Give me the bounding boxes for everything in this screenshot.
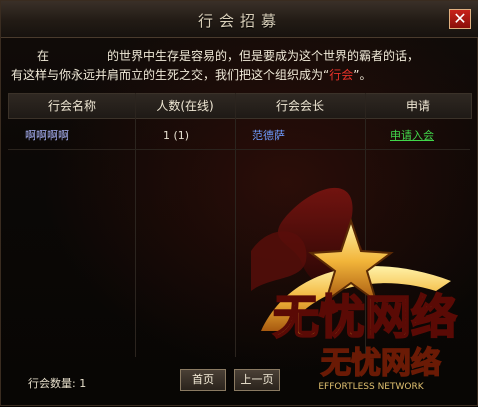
close-icon: ✕ [453, 9, 467, 28]
row-divider [8, 149, 470, 150]
prev-page-button[interactable]: 上一页 [234, 369, 280, 391]
intro-line-2: 有这样与你永远并肩而立的生死之交，我们把这个组织成为“行会”。 [11, 68, 372, 82]
guild-count: 行会数量: 1 [28, 377, 87, 390]
close-button[interactable]: ✕ [449, 9, 471, 29]
header-leader: 行会会长 [275, 99, 324, 113]
header-apply: 申请 [405, 99, 430, 113]
guild-name: 啊啊啊啊 [25, 129, 69, 142]
guild-recruit-window: 行会招募 ✕ 在的世界中生存是容易的，但是要成为这个世界的霸者的话， 有这样与你… [0, 0, 478, 406]
intro-line-1: 在的世界中生存是容易的，但是要成为这个世界的霸者的话， [37, 49, 420, 63]
table-header: 行会名称 人数(在线) 行会会长 申请 [8, 93, 472, 119]
watermark-subtext: EFFORTLESS NETWORK [318, 382, 424, 392]
column-divider [135, 93, 136, 357]
first-page-button[interactable]: 首页 [180, 369, 226, 391]
intro-text: 在的世界中生存是容易的，但是要成为这个世界的霸者的话， 有这样与你永远并肩而立的… [11, 47, 471, 85]
window-title: 行会招募 [197, 12, 282, 30]
apply-join-link[interactable]: 申请入会 [390, 129, 434, 143]
title-bar[interactable]: 行会招募 ✕ [1, 1, 478, 38]
member-count: 1 (1) [163, 129, 190, 142]
guild-highlight: 行会 [329, 68, 354, 82]
header-guild-name: 行会名称 [47, 99, 96, 113]
guild-leader: 范德萨 [252, 129, 285, 142]
header-members: 人数(在线) [156, 99, 214, 113]
column-divider [235, 93, 236, 357]
column-divider [365, 93, 366, 357]
watermark-text-small: 无忧网络 [321, 346, 441, 381]
